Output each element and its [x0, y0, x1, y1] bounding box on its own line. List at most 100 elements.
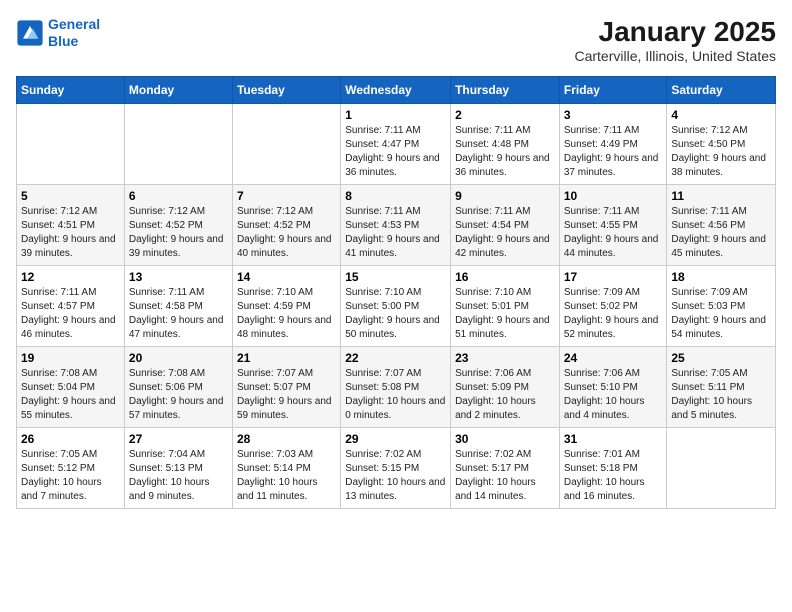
- calendar-cell: 5 Sunrise: 7:12 AM Sunset: 4:51 PM Daylig…: [17, 185, 125, 266]
- day-info: Sunrise: 7:11 AM Sunset: 4:54 PM Dayligh…: [455, 205, 555, 261]
- header-monday: Monday: [124, 77, 232, 104]
- day-info: Sunrise: 7:11 AM Sunset: 4:55 PM Dayligh…: [564, 205, 663, 261]
- day-info: Sunrise: 7:07 AM Sunset: 5:07 PM Dayligh…: [237, 367, 336, 423]
- day-info: Sunrise: 7:09 AM Sunset: 5:02 PM Dayligh…: [564, 286, 663, 342]
- day-info: Sunrise: 7:11 AM Sunset: 4:56 PM Dayligh…: [671, 205, 771, 261]
- day-info: Sunrise: 7:12 AM Sunset: 4:52 PM Dayligh…: [237, 205, 336, 261]
- calendar-cell: 15Sunrise: 7:10 AM Sunset: 5:00 PM Dayli…: [341, 266, 451, 347]
- day-number: 22: [345, 351, 446, 365]
- header-sunday: Sunday: [17, 77, 125, 104]
- calendar-cell: [17, 104, 125, 185]
- calendar-cell: 22 Sunrise: 7:07 AM Sunset: 5:08 PM Dayli…: [341, 347, 451, 428]
- day-number: 17: [564, 270, 663, 284]
- day-info: Sunrise: 7:11 AM Sunset: 4:58 PM Dayligh…: [129, 286, 228, 342]
- day-number: 5: [21, 189, 120, 203]
- calendar-cell: 8Sunrise: 7:11 AM Sunset: 4:53 PM Daylig…: [341, 185, 451, 266]
- day-info: Sunrise: 7:11 AM Sunset: 4:48 PM Dayligh…: [455, 124, 555, 180]
- day-number: 11: [671, 189, 771, 203]
- logo-line1: General: [48, 16, 100, 32]
- day-info: Sunrise: 7:11 AM Sunset: 4:49 PM Dayligh…: [564, 124, 663, 180]
- header-thursday: Thursday: [451, 77, 560, 104]
- day-info: Sunrise: 7:11 AM Sunset: 4:57 PM Dayligh…: [21, 286, 120, 342]
- calendar-cell: 28 Sunrise: 7:03 AM Sunset: 5:14 PM Dayli…: [232, 428, 340, 509]
- calendar-cell: 6Sunrise: 7:12 AM Sunset: 4:52 PM Daylig…: [124, 185, 232, 266]
- day-number: 13: [129, 270, 228, 284]
- calendar-cell: 27 Sunrise: 7:04 AM Sunset: 5:13 PM Dayli…: [124, 428, 232, 509]
- calendar-cell: 23Sunrise: 7:06 AM Sunset: 5:09 PM Dayli…: [451, 347, 560, 428]
- calendar-cell: 24 Sunrise: 7:06 AM Sunset: 5:10 PM Dayli…: [559, 347, 667, 428]
- calendar-week-row: 1 Sunrise: 7:11 AM Sunset: 4:47 PM Daylig…: [17, 104, 776, 185]
- day-number: 3: [564, 108, 663, 122]
- day-number: 2: [455, 108, 555, 122]
- day-info: Sunrise: 7:11 AM Sunset: 4:47 PM Dayligh…: [345, 124, 446, 180]
- day-info: Sunrise: 7:08 AM Sunset: 5:06 PM Dayligh…: [129, 367, 228, 423]
- calendar-week-row: 12Sunrise: 7:11 AM Sunset: 4:57 PM Dayli…: [17, 266, 776, 347]
- calendar-cell: 20 Sunrise: 7:08 AM Sunset: 5:06 PM Dayli…: [124, 347, 232, 428]
- calendar-cell: 2 Sunrise: 7:11 AM Sunset: 4:48 PM Daylig…: [451, 104, 560, 185]
- day-number: 19: [21, 351, 120, 365]
- day-number: 14: [237, 270, 336, 284]
- calendar-header-row: SundayMondayTuesdayWednesdayThursdayFrid…: [17, 77, 776, 104]
- day-number: 31: [564, 432, 663, 446]
- day-info: Sunrise: 7:12 AM Sunset: 4:50 PM Dayligh…: [671, 124, 771, 180]
- day-number: 30: [455, 432, 555, 446]
- day-info: Sunrise: 7:11 AM Sunset: 4:53 PM Dayligh…: [345, 205, 446, 261]
- day-info: Sunrise: 7:05 AM Sunset: 5:12 PM Dayligh…: [21, 448, 120, 504]
- calendar-cell: [232, 104, 340, 185]
- day-number: 1: [345, 108, 446, 122]
- calendar-cell: 17 Sunrise: 7:09 AM Sunset: 5:02 PM Dayli…: [559, 266, 667, 347]
- day-info: Sunrise: 7:03 AM Sunset: 5:14 PM Dayligh…: [237, 448, 336, 504]
- header-friday: Friday: [559, 77, 667, 104]
- calendar-cell: 21 Sunrise: 7:07 AM Sunset: 5:07 PM Dayli…: [232, 347, 340, 428]
- calendar-cell: 29 Sunrise: 7:02 AM Sunset: 5:15 PM Dayli…: [341, 428, 451, 509]
- logo-text: General Blue: [48, 16, 100, 50]
- calendar-cell: 31 Sunrise: 7:01 AM Sunset: 5:18 PM Dayli…: [559, 428, 667, 509]
- calendar-cell: 11 Sunrise: 7:11 AM Sunset: 4:56 PM Dayli…: [667, 185, 776, 266]
- day-number: 15: [345, 270, 446, 284]
- logo-line2: Blue: [48, 33, 78, 49]
- calendar-cell: 7 Sunrise: 7:12 AM Sunset: 4:52 PM Daylig…: [232, 185, 340, 266]
- day-info: Sunrise: 7:04 AM Sunset: 5:13 PM Dayligh…: [129, 448, 228, 504]
- day-number: 27: [129, 432, 228, 446]
- day-number: 25: [671, 351, 771, 365]
- calendar-subtitle: Carterville, Illinois, United States: [574, 48, 776, 64]
- day-info: Sunrise: 7:02 AM Sunset: 5:17 PM Dayligh…: [455, 448, 555, 504]
- day-number: 20: [129, 351, 228, 365]
- title-block: January 2025 Carterville, Illinois, Unit…: [574, 16, 776, 64]
- header-saturday: Saturday: [667, 77, 776, 104]
- day-number: 21: [237, 351, 336, 365]
- calendar-cell: 3 Sunrise: 7:11 AM Sunset: 4:49 PM Daylig…: [559, 104, 667, 185]
- logo: General Blue: [16, 16, 100, 50]
- day-info: Sunrise: 7:09 AM Sunset: 5:03 PM Dayligh…: [671, 286, 771, 342]
- day-info: Sunrise: 7:01 AM Sunset: 5:18 PM Dayligh…: [564, 448, 663, 504]
- calendar-title: January 2025: [574, 16, 776, 48]
- logo-icon: [16, 19, 44, 47]
- day-info: Sunrise: 7:05 AM Sunset: 5:11 PM Dayligh…: [671, 367, 771, 423]
- page-header: General Blue January 2025 Carterville, I…: [16, 16, 776, 64]
- calendar-cell: 10 Sunrise: 7:11 AM Sunset: 4:55 PM Dayli…: [559, 185, 667, 266]
- day-number: 29: [345, 432, 446, 446]
- day-number: 24: [564, 351, 663, 365]
- day-info: Sunrise: 7:08 AM Sunset: 5:04 PM Dayligh…: [21, 367, 120, 423]
- day-info: Sunrise: 7:12 AM Sunset: 4:51 PM Dayligh…: [21, 205, 120, 261]
- calendar-table: SundayMondayTuesdayWednesdayThursdayFrid…: [16, 76, 776, 509]
- day-info: Sunrise: 7:02 AM Sunset: 5:15 PM Dayligh…: [345, 448, 446, 504]
- calendar-week-row: 26 Sunrise: 7:05 AM Sunset: 5:12 PM Dayli…: [17, 428, 776, 509]
- day-info: Sunrise: 7:06 AM Sunset: 5:10 PM Dayligh…: [564, 367, 663, 423]
- calendar-cell: 13 Sunrise: 7:11 AM Sunset: 4:58 PM Dayli…: [124, 266, 232, 347]
- calendar-cell: 18Sunrise: 7:09 AM Sunset: 5:03 PM Dayli…: [667, 266, 776, 347]
- day-info: Sunrise: 7:10 AM Sunset: 4:59 PM Dayligh…: [237, 286, 336, 342]
- day-info: Sunrise: 7:12 AM Sunset: 4:52 PM Dayligh…: [129, 205, 228, 261]
- header-wednesday: Wednesday: [341, 77, 451, 104]
- calendar-cell: 19 Sunrise: 7:08 AM Sunset: 5:04 PM Dayli…: [17, 347, 125, 428]
- day-number: 26: [21, 432, 120, 446]
- calendar-week-row: 19 Sunrise: 7:08 AM Sunset: 5:04 PM Dayli…: [17, 347, 776, 428]
- calendar-cell: 14 Sunrise: 7:10 AM Sunset: 4:59 PM Dayli…: [232, 266, 340, 347]
- day-number: 28: [237, 432, 336, 446]
- calendar-cell: [667, 428, 776, 509]
- day-number: 10: [564, 189, 663, 203]
- day-number: 7: [237, 189, 336, 203]
- calendar-week-row: 5 Sunrise: 7:12 AM Sunset: 4:51 PM Daylig…: [17, 185, 776, 266]
- day-info: Sunrise: 7:07 AM Sunset: 5:08 PM Dayligh…: [345, 367, 446, 423]
- calendar-cell: 4Sunrise: 7:12 AM Sunset: 4:50 PM Daylig…: [667, 104, 776, 185]
